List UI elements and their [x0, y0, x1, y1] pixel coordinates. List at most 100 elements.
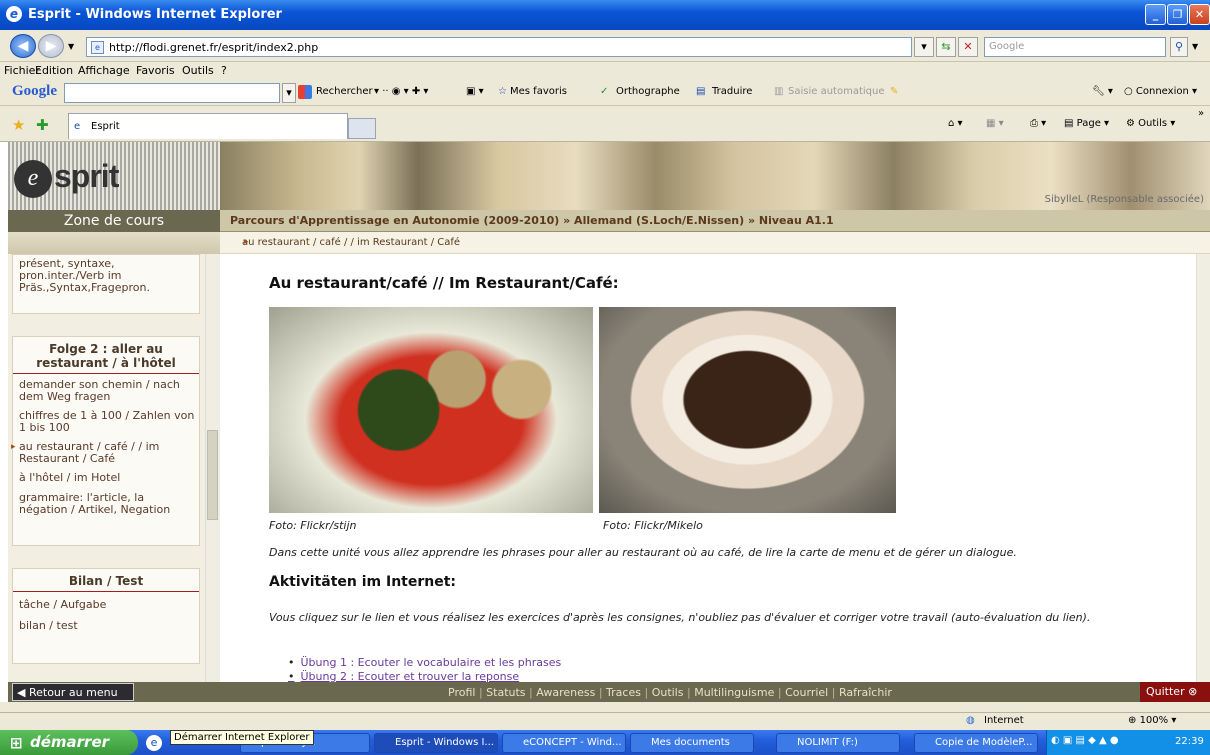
window-title: Esprit - Windows Internet Explorer [28, 7, 282, 22]
logo-disc: e [14, 160, 52, 198]
menu-affichage[interactable]: Affichage [78, 64, 130, 77]
page-menu[interactable]: ▤ Page ▾ [1064, 118, 1109, 129]
google-dropdown-icon[interactable]: ▾ [282, 83, 296, 103]
nav-traces[interactable]: Traces [606, 686, 641, 699]
back-button[interactable]: ◀ [10, 34, 36, 58]
nav-courriel[interactable]: Courriel [785, 686, 828, 699]
google-extra-icons[interactable]: ▾ ·· ◉ ▾ ✚ ▾ [374, 86, 428, 97]
search-input[interactable]: Google [984, 37, 1166, 57]
maximize-button[interactable]: ❐ [1167, 4, 1188, 25]
page-label: Page [1076, 118, 1101, 129]
header-banner: SibylleL (Responsable associée) [220, 142, 1210, 210]
sidebar-item-grammaire[interactable]: grammaire: l'article, la négation / Arti… [19, 492, 195, 516]
sub-breadcrumb: ▸ au restaurant / café / / im Restaurant… [220, 232, 1210, 254]
add-favorite-icon[interactable]: ✚ [36, 116, 49, 134]
google-search-input[interactable] [64, 83, 280, 103]
quicklaunch-ie-icon[interactable]: e [146, 735, 162, 751]
zone-title: Zone de cours [8, 210, 220, 232]
search-options-icon[interactable]: ▼ [1192, 42, 1198, 51]
new-tab-button[interactable] [348, 118, 376, 139]
address-row: ◀ ▶ ▼ e http://flodi.grenet.fr/esprit/in… [0, 30, 1210, 62]
status-bar: ◍ Internet ⊕ 100% ▾ [0, 712, 1210, 730]
nav-outils[interactable]: Outils [652, 686, 684, 699]
highlighter-icon[interactable]: ✎ [890, 86, 898, 97]
title-bar: e Esprit - Windows Internet Explorer _ ❐… [0, 0, 1210, 30]
forward-button[interactable]: ▶ [38, 34, 64, 58]
bottom-bar: ◀ Retour au menu Profil | Statuts | Awar… [8, 682, 1210, 702]
bottom-nav: Profil | Statuts | Awareness | Traces | … [448, 686, 892, 699]
quitter-button[interactable]: Quitter ⊗ [1140, 682, 1210, 702]
minimize-button[interactable]: _ [1145, 4, 1166, 25]
sidebar-scroll-thumb[interactable] [207, 430, 218, 520]
tray-icons[interactable]: ◐ ▣ ▤ ◆ ▲ ● [1051, 735, 1119, 746]
back-arrow-icon: ◀ [17, 686, 29, 699]
chevron-icon[interactable]: » [1198, 108, 1204, 119]
favorites-star-icon[interactable]: ★ [12, 116, 25, 134]
link-ubung-2[interactable]: • Übung 2 : Ecouter et trouver la reponse [288, 670, 519, 682]
link-ubung-1[interactable]: • Übung 1 : Ecouter le vocabulaire et les… [288, 656, 561, 669]
globe-icon: ◍ [966, 715, 975, 726]
sidebar-item-bilan[interactable]: bilan / test [19, 620, 195, 632]
system-tray: ◐ ▣ ▤ ◆ ▲ ● 22:39 [1046, 730, 1210, 755]
taskbar-item-econcept[interactable]: eCONCEPT - Wind... [502, 733, 626, 753]
history-dropdown-icon[interactable]: ▼ [68, 42, 74, 51]
zoom-control[interactable]: ⊕ 100% ▾ [1128, 715, 1176, 726]
tab-esprit[interactable]: e Esprit [68, 113, 348, 139]
stop-icon[interactable]: ✕ [958, 37, 978, 57]
google-logo: Google [12, 83, 57, 99]
taskbar-item-nolimit[interactable]: NOLIMIT (F:) [776, 733, 900, 753]
photo-dumplings [269, 307, 593, 513]
breadcrumb[interactable]: Parcours d'Apprentissage en Autonomie (2… [220, 210, 1210, 232]
autofill-button[interactable]: Saisie automatique [788, 86, 884, 97]
tab-label: Esprit [91, 121, 120, 132]
print-icon[interactable]: ⎙ ▾ [1030, 118, 1046, 129]
wrench-icon[interactable]: 🔧︎ ▾ [1092, 86, 1113, 97]
sidebar-item-tache[interactable]: tâche / Aufgabe [19, 599, 195, 611]
search-icon[interactable]: ⚲ [1170, 37, 1188, 57]
nav-profil[interactable]: Profil [448, 686, 475, 699]
translate-button[interactable]: Traduire [712, 86, 752, 97]
address-bar[interactable]: e http://flodi.grenet.fr/esprit/index2.p… [86, 37, 912, 57]
login-label: Connexion [1135, 86, 1189, 97]
spellcheck-button[interactable]: Orthographe [616, 86, 680, 97]
nav-statuts[interactable]: Statuts [486, 686, 525, 699]
taskbar-item-copie[interactable]: Copie de ModèleP... [914, 733, 1038, 753]
quitter-label: Quitter [1146, 685, 1185, 698]
nav-awareness[interactable]: Awareness [536, 686, 595, 699]
address-dropdown-icon[interactable]: ▾ [914, 37, 934, 57]
sidebar-item-chiffres[interactable]: chiffres de 1 à 100 / Zahlen von 1 bis 1… [19, 410, 195, 434]
logo-text: sprit [54, 158, 119, 194]
start-button[interactable]: ⊞ démarrer [0, 730, 138, 755]
retour-button[interactable]: ◀ Retour au menu [12, 683, 134, 701]
menu-favoris[interactable]: Favoris [136, 64, 175, 77]
sidebar-item-restaurant[interactable]: au restaurant / café / / im Restaurant /… [19, 441, 195, 465]
esprit-logo[interactable]: e sprit [8, 142, 220, 210]
menu-outils[interactable]: Outils [182, 64, 214, 77]
menu-help[interactable]: ? [221, 64, 227, 77]
google-search-button[interactable]: Rechercher [316, 86, 373, 97]
refresh-icon[interactable]: ⇆ [936, 37, 956, 57]
google-toolbar: Google ▾ Rechercher ▾ ·· ◉ ▾ ✚ ▾ ▣ ▾ ☆ M… [0, 78, 1210, 106]
popup-blocker-icon[interactable]: ▣ ▾ [466, 86, 484, 97]
taskbar-item-esprit[interactable]: Esprit - Windows I... [374, 733, 498, 753]
tools-label: Outils [1138, 118, 1168, 129]
taskbar-item-mes-documents[interactable]: Mes documents [630, 733, 754, 753]
home-icon[interactable]: ⌂ ▾ [948, 118, 963, 129]
menu-edition[interactable]: Edition [35, 64, 73, 77]
login-button[interactable]: ○ Connexion ▾ [1124, 86, 1197, 97]
sidebar-top-text[interactable]: présent, syntaxe, pron.inter./Verb im Pr… [19, 258, 199, 294]
tab-row: ★ ✚ e Esprit ⌂ ▾ ▦ ▾ ⎙ ▾ ▤ Page ▾ ⚙ Outi… [0, 106, 1210, 142]
tools-menu[interactable]: ⚙ Outils ▾ [1126, 118, 1175, 129]
sidebar-item-hotel[interactable]: à l'hôtel / im Hotel [19, 472, 195, 484]
user-role: SibylleL (Responsable associée) [1044, 194, 1204, 205]
nav-multilinguisme[interactable]: Multilinguisme [694, 686, 774, 699]
sub-breadcrumb-text[interactable]: au restaurant / café / / im Restaurant /… [242, 237, 460, 248]
feeds-icon[interactable]: ▦ ▾ [986, 118, 1004, 129]
tooltip: Démarrer Internet Explorer [170, 730, 314, 745]
sidebar-item-chemin[interactable]: demander son chemin / nach dem Weg frage… [19, 379, 195, 403]
google-search-icon [298, 85, 312, 99]
content-scrollbar[interactable] [1196, 254, 1210, 682]
nav-rafraichir[interactable]: Rafraîchir [839, 686, 892, 699]
bookmarks-button[interactable]: Mes favoris [510, 86, 567, 97]
close-button[interactable]: ✕ [1189, 4, 1210, 25]
